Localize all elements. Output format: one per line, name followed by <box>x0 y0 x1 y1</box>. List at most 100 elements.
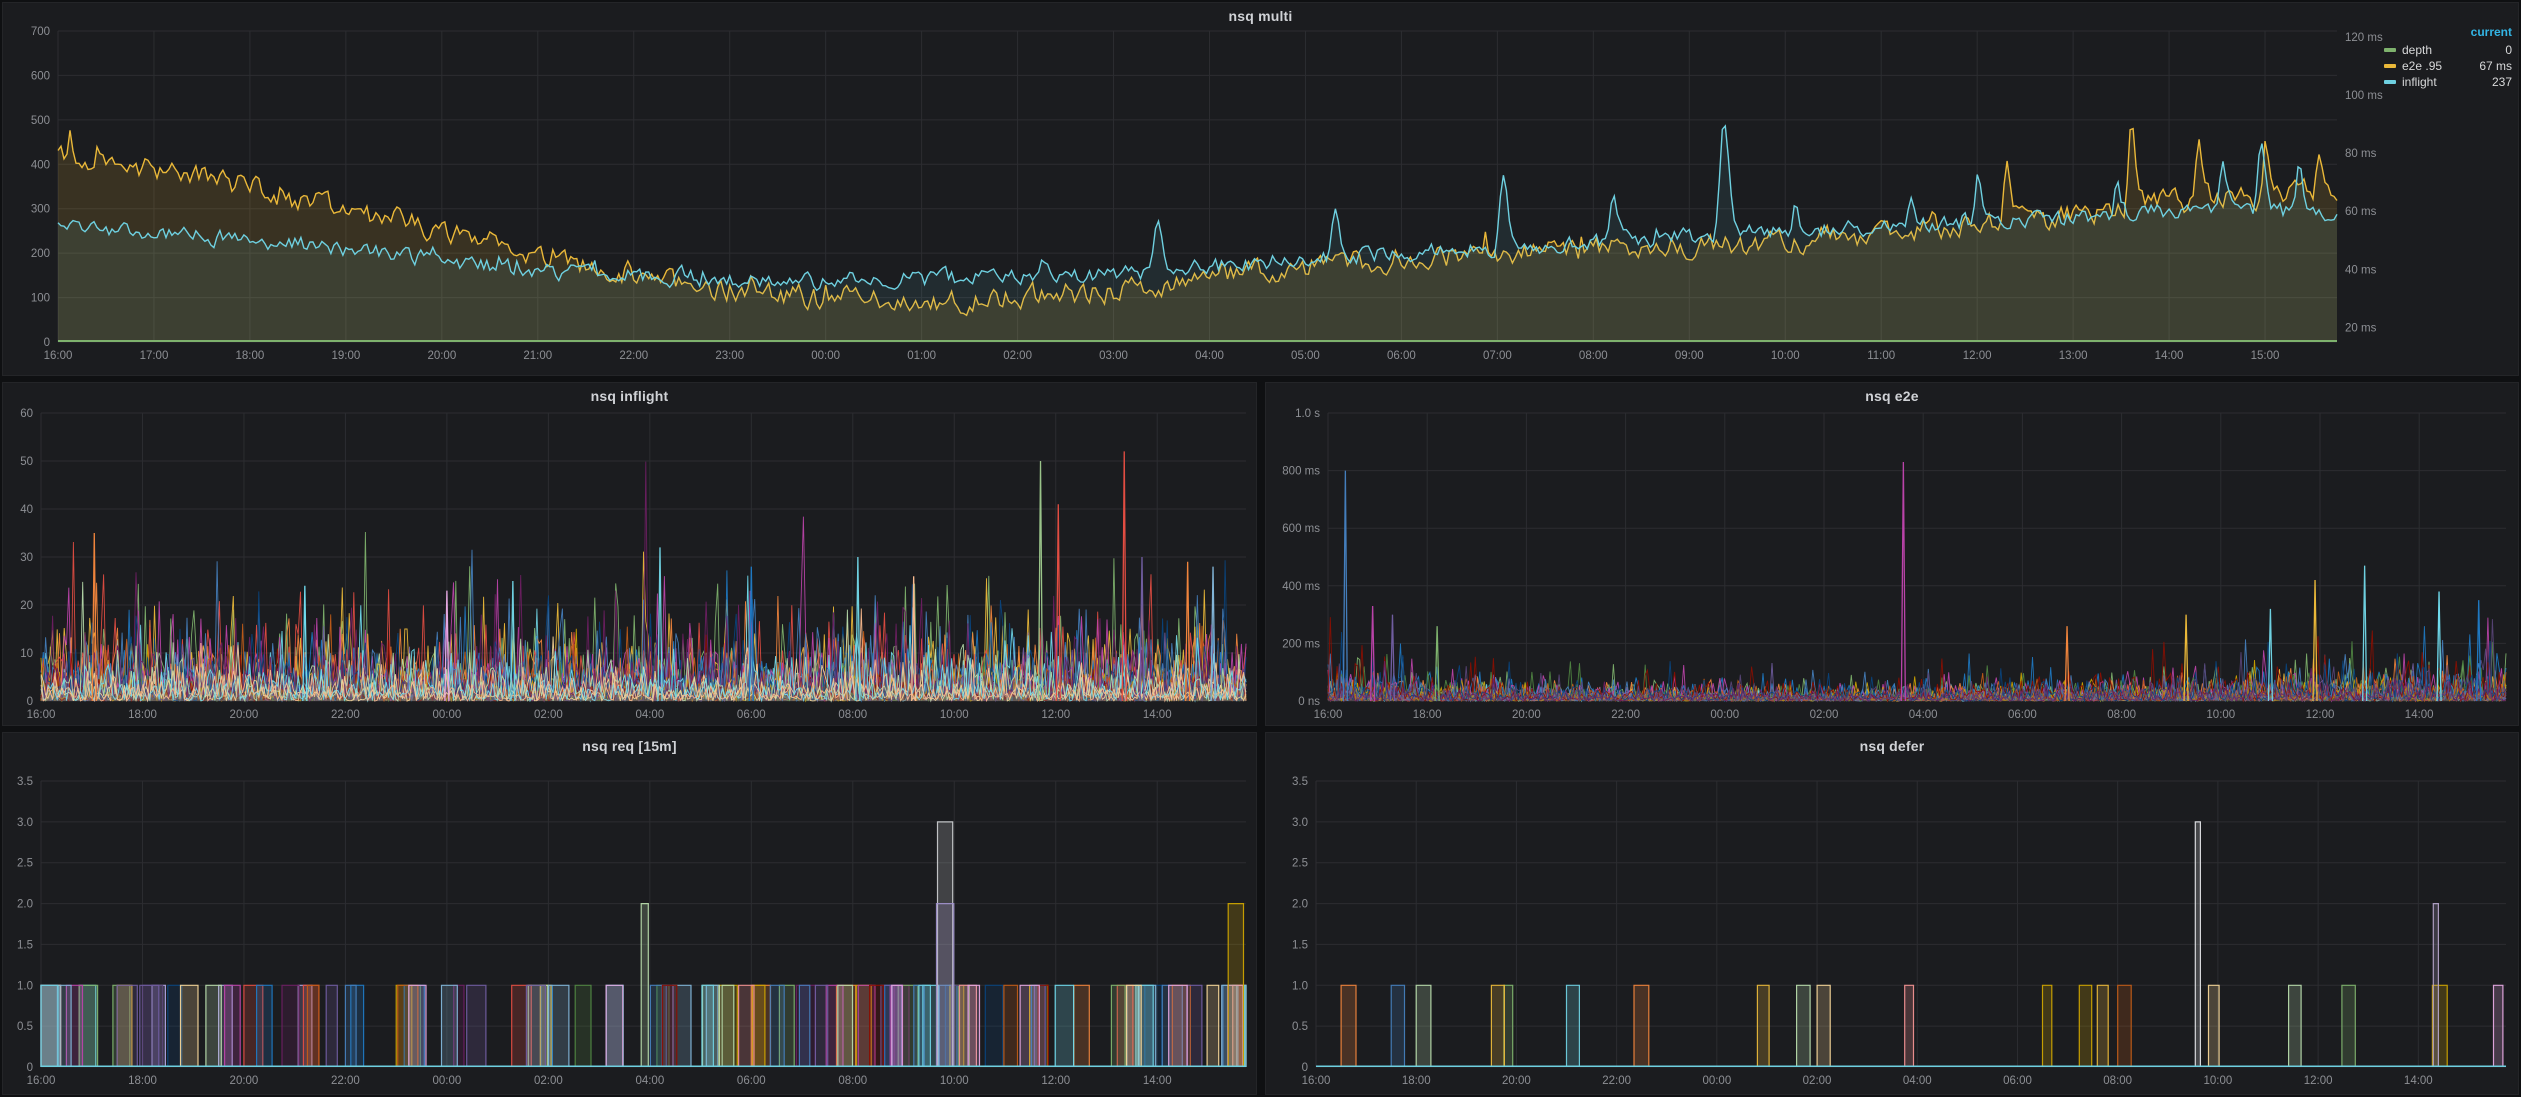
panel-title-nsq-req-15m[interactable]: nsq req [15m] <box>3 733 1256 759</box>
y-tick-label: 2.0 <box>17 899 33 911</box>
x-tick-label: 12:00 <box>1041 709 1070 721</box>
legend-item-inflight[interactable]: inflight 237 <box>2382 74 2514 90</box>
x-tick-label: 02:00 <box>1810 709 1839 721</box>
panel-title-nsq-multi[interactable]: nsq multi <box>3 3 2518 29</box>
legend-item-e2e-95[interactable]: e2e .95 67 ms <box>2382 58 2514 74</box>
pulse-fill <box>2195 822 2200 1067</box>
pulse-fill <box>641 904 648 1067</box>
x-tick-label: 23:00 <box>715 350 744 362</box>
chart-nsq-inflight: 16:0018:0020:0022:0000:0002:0004:0006:00… <box>3 383 1256 725</box>
pulse-fill <box>663 985 677 1067</box>
x-tick-label: 15:00 <box>2251 350 2280 362</box>
x-tick-label: 07:00 <box>1483 350 1512 362</box>
x-tick-label: 02:00 <box>534 1075 563 1087</box>
x-tick-label: 21:00 <box>523 350 552 362</box>
x-tick-label: 03:00 <box>1099 350 1128 362</box>
right-y-tick-label: 120 ms <box>2345 32 2383 44</box>
pulse-fill <box>1391 985 1404 1067</box>
chart-nsq-defer: 16:0018:0020:0022:0000:0002:0004:0006:00… <box>1266 733 2518 1094</box>
legend-label-depth: depth <box>2402 43 2432 57</box>
pulse-fill <box>225 985 241 1067</box>
pulse-fill <box>770 985 784 1067</box>
y-tick-label: 2.0 <box>1292 899 1308 911</box>
legend-label-e2e-95: e2e .95 <box>2402 59 2442 73</box>
x-tick-label: 14:00 <box>1143 709 1172 721</box>
y-tick-label: 200 <box>31 248 50 260</box>
pulse-fill <box>985 985 1003 1067</box>
x-tick-label: 18:00 <box>1402 1075 1431 1087</box>
legend-value-depth: 0 <box>2505 43 2512 57</box>
x-tick-label: 18:00 <box>1413 709 1442 721</box>
grid <box>1328 413 2506 701</box>
x-tick-label: 16:00 <box>1314 709 1343 721</box>
right-y-tick-label: 40 ms <box>2345 264 2377 276</box>
pulse-fill <box>815 985 827 1067</box>
legend-item-depth[interactable]: depth 0 <box>2382 42 2514 58</box>
x-tick-label: 06:00 <box>737 709 766 721</box>
x-tick-label: 18:00 <box>128 1075 157 1087</box>
pulse-fill <box>326 985 337 1067</box>
pulse-fill <box>467 985 486 1067</box>
x-tick-label: 10:00 <box>940 1075 969 1087</box>
pulse-fill <box>1634 985 1649 1067</box>
x-tick-label: 17:00 <box>140 350 169 362</box>
panel-nsq-inflight: 16:0018:0020:0022:0000:0002:0004:0006:00… <box>2 382 1257 726</box>
right-y-tick-label: 100 ms <box>2345 90 2383 102</box>
x-tick-label: 12:00 <box>1963 350 1992 362</box>
panel-body-nsq-inflight: 16:0018:0020:0022:0000:0002:0004:0006:00… <box>3 383 1256 725</box>
x-tick-label: 04:00 <box>1195 350 1224 362</box>
panel-nsq-req-15m: 16:0018:0020:0022:0000:0002:0004:0006:00… <box>2 732 1257 1095</box>
x-tick-label: 08:00 <box>838 1075 867 1087</box>
pulse-fill <box>919 985 931 1067</box>
x-tick-label: 04:00 <box>1909 709 1938 721</box>
x-tick-label: 00:00 <box>1702 1075 1731 1087</box>
pulse-fill <box>870 985 884 1067</box>
x-tick-label: 13:00 <box>2059 350 2088 362</box>
x-tick-label: 10:00 <box>940 709 969 721</box>
x-tick-label: 22:00 <box>1602 1075 1631 1087</box>
pulse-fill <box>575 985 591 1067</box>
y-tick-label: 0 <box>27 696 33 708</box>
x-tick-label: 14:00 <box>2404 1075 2433 1087</box>
pulse-fill <box>442 985 458 1067</box>
y-tick-label: 2.5 <box>17 858 33 870</box>
x-tick-label: 19:00 <box>331 350 360 362</box>
pulse-fill <box>1055 985 1073 1067</box>
pulse-fill <box>1757 985 1769 1067</box>
grafana-dashboard: 16:0017:0018:0019:0020:0021:0022:0023:00… <box>0 0 2521 1097</box>
pulse-fill <box>892 985 903 1067</box>
pulse-fill <box>257 985 273 1067</box>
pulse-fill <box>60 985 71 1067</box>
y-tick-label: 0 <box>1302 1062 1308 1074</box>
panel-body-nsq-defer: 16:0018:0020:0022:0000:0002:0004:0006:00… <box>1266 733 2518 1094</box>
x-tick-label: 00:00 <box>1710 709 1739 721</box>
y-tick-label: 400 <box>31 159 50 171</box>
y-tick-label: 50 <box>20 456 33 468</box>
panel-body-nsq-multi: 16:0017:0018:0019:0020:0021:0022:0023:00… <box>3 3 2518 375</box>
x-tick-label: 12:00 <box>2304 1075 2333 1087</box>
x-tick-label: 12:00 <box>2306 709 2335 721</box>
pulse-fill <box>1004 985 1018 1067</box>
y-tick-label: 3.5 <box>17 776 33 788</box>
y-tick-label: 1.0 <box>1292 980 1308 992</box>
x-tick-label: 16:00 <box>44 350 73 362</box>
pulse-fill <box>2097 985 2108 1067</box>
y-tick-label: 100 <box>31 293 50 305</box>
x-tick-label: 06:00 <box>2008 709 2037 721</box>
pulse-fill <box>2289 985 2302 1067</box>
pulse-fill <box>549 985 569 1067</box>
y-tick-label: 600 <box>31 70 50 82</box>
panel-title-nsq-inflight[interactable]: nsq inflight <box>3 383 1256 409</box>
x-tick-label: 01:00 <box>907 350 936 362</box>
x-tick-label: 08:00 <box>838 709 867 721</box>
x-tick-label: 11:00 <box>1867 350 1895 362</box>
x-tick-label: 04:00 <box>635 709 664 721</box>
panel-title-nsq-e2e[interactable]: nsq e2e <box>1266 383 2518 409</box>
panel-title-nsq-defer[interactable]: nsq defer <box>1266 733 2518 759</box>
axis-labels: 16:0018:0020:0022:0000:0002:0004:0006:00… <box>1282 408 2433 721</box>
panel-nsq-multi: 16:0017:0018:0019:0020:0021:0022:0023:00… <box>2 2 2519 376</box>
legend-label-inflight: inflight <box>2402 75 2437 89</box>
axis-labels: 16:0018:0020:0022:0000:0002:0004:0006:00… <box>1292 776 2433 1087</box>
y-tick-label: 400 ms <box>1282 581 1320 593</box>
pulse-fill <box>1169 985 1188 1067</box>
